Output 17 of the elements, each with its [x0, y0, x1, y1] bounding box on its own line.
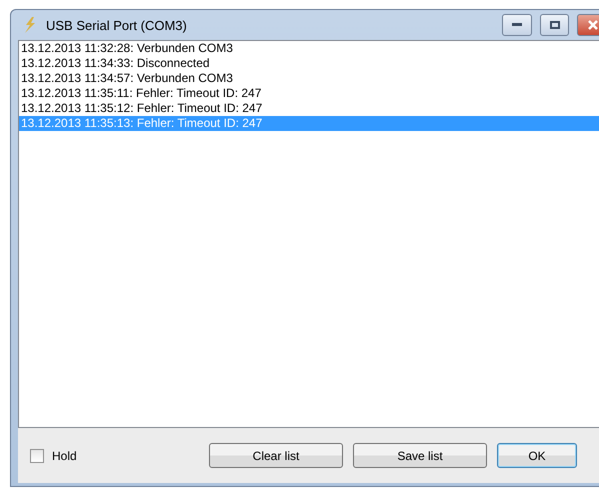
- dialog-button[interactable]: Save list: [353, 443, 487, 468]
- maximize-icon: [550, 21, 560, 29]
- minimize-button[interactable]: [502, 14, 532, 36]
- maximize-button[interactable]: [540, 14, 569, 36]
- dialog-button[interactable]: OK: [497, 443, 577, 468]
- hold-checkbox[interactable]: [30, 448, 44, 462]
- log-entry[interactable]: 13.12.2013 11:35:11: Fehler: Timeout ID: 247: [19, 86, 599, 101]
- log-entry[interactable]: 13.12.2013 11:34:57: Verbunden COM3: [19, 71, 599, 86]
- close-icon: [588, 20, 598, 30]
- dialog-button[interactable]: Clear list: [209, 443, 343, 468]
- app-icon: [22, 16, 38, 34]
- log-entry[interactable]: 13.12.2013 11:32:28: Verbunden COM3: [19, 41, 599, 56]
- log-entry[interactable]: 13.12.2013 11:35:12: Fehler: Timeout ID: 247: [19, 101, 599, 116]
- log-entry[interactable]: 13.12.2013 11:34:33: Disconnected: [19, 56, 599, 71]
- window-title: USB Serial Port (COM3): [46, 18, 188, 32]
- hold-label: Hold: [52, 448, 78, 462]
- minimize-icon: [512, 23, 522, 27]
